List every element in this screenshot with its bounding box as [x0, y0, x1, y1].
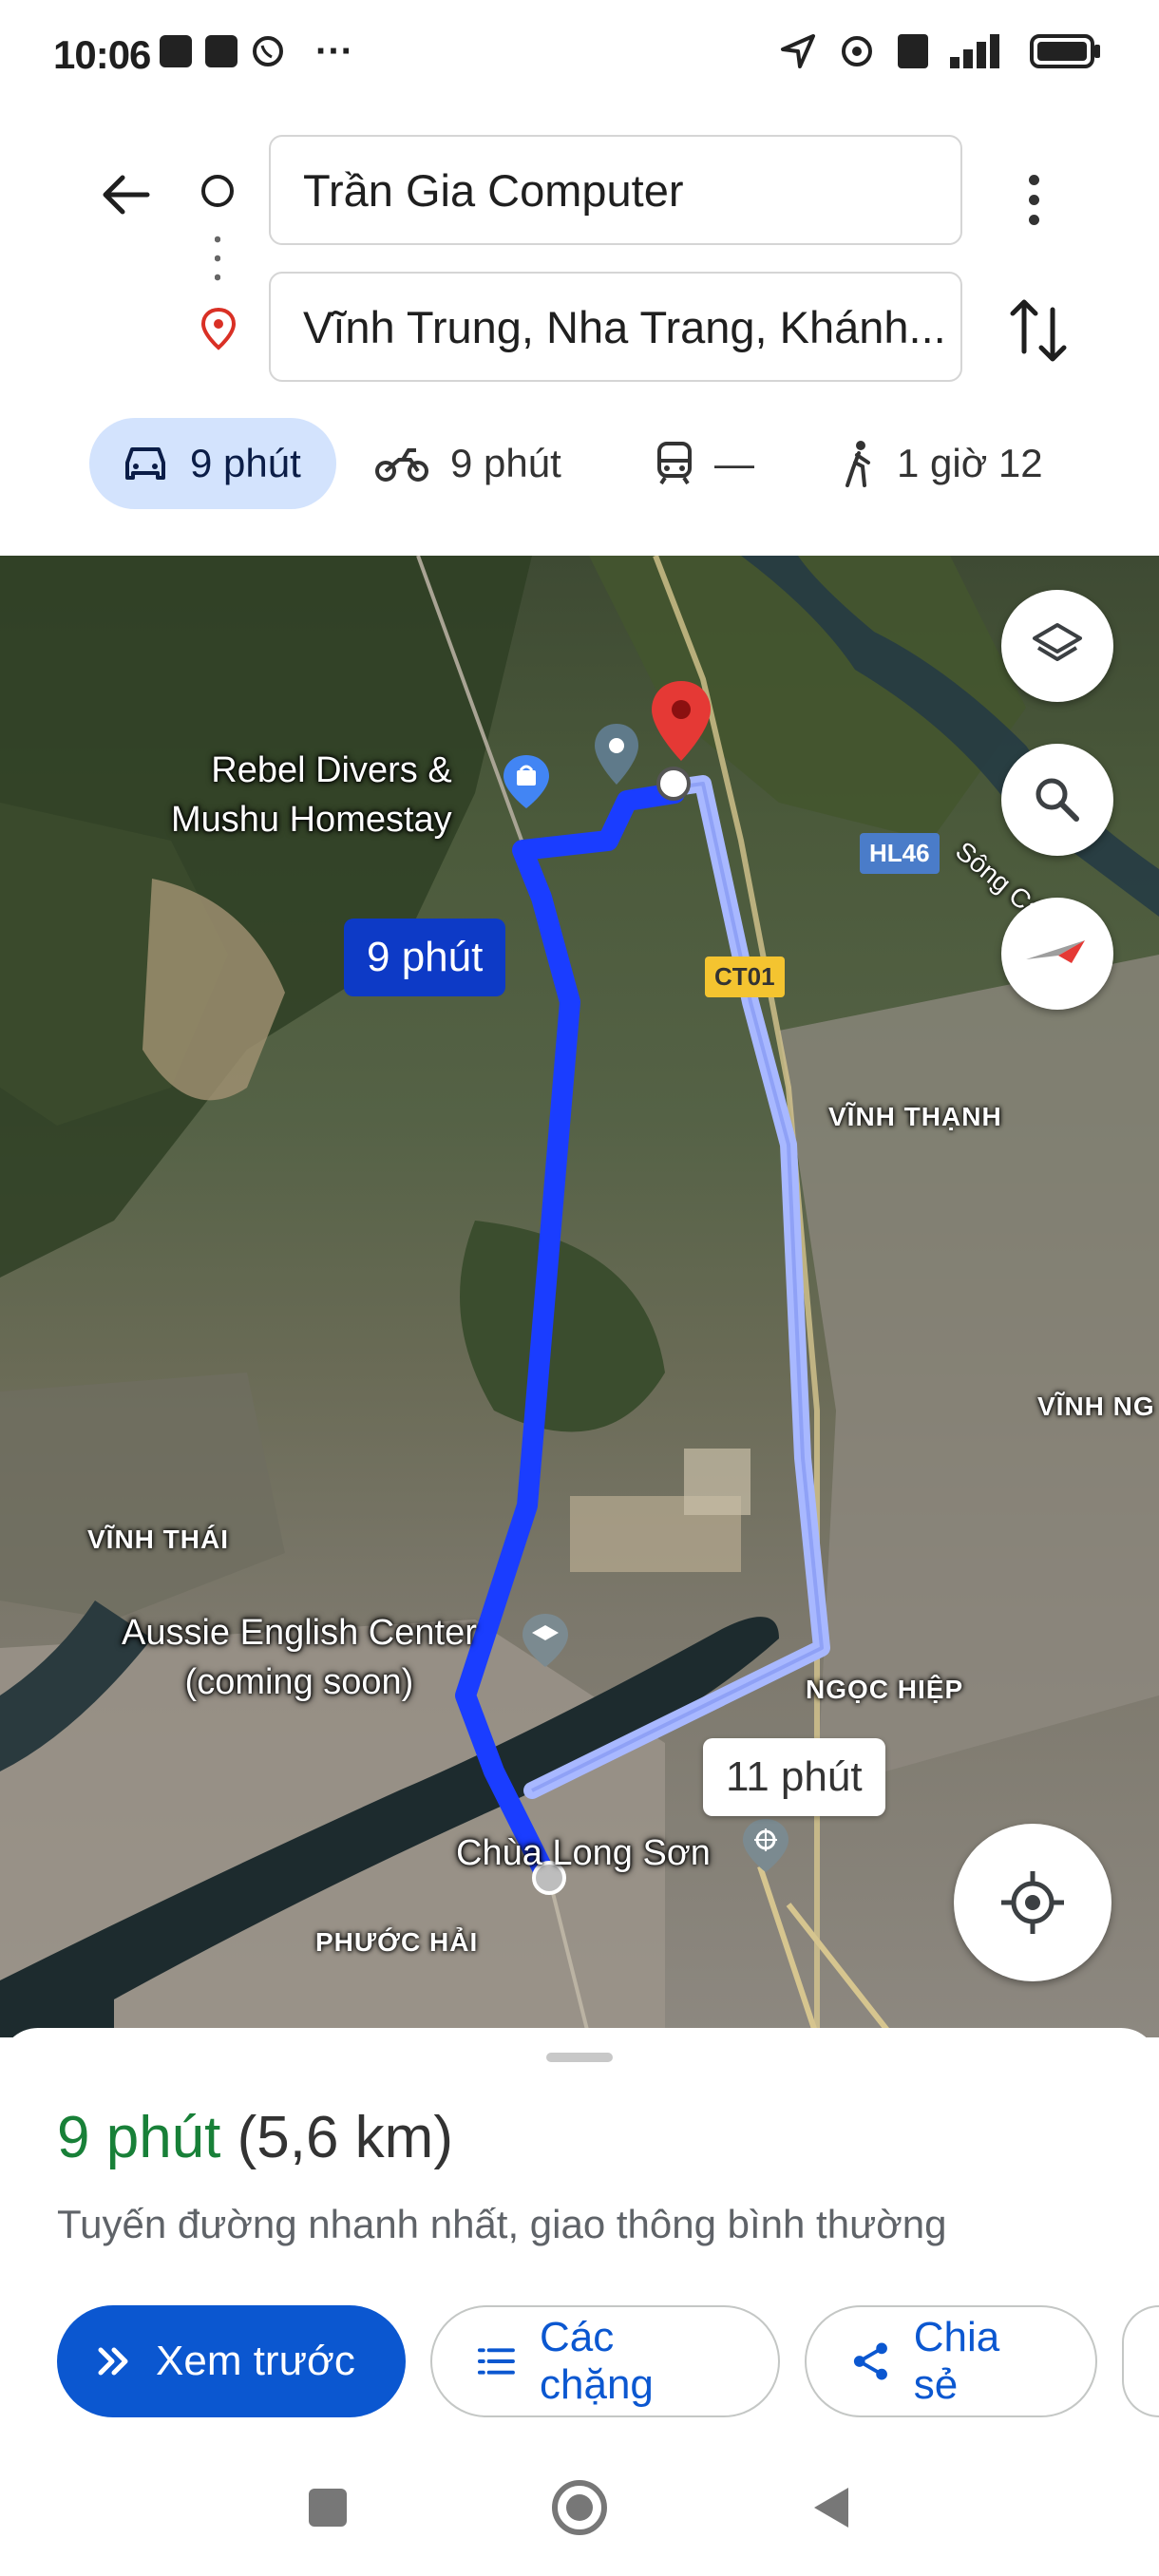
layers-button[interactable]	[1001, 590, 1113, 702]
mode-drive-label: 9 phút	[190, 441, 301, 485]
area-vinh-thai: VĨNH THÁI	[87, 1525, 229, 1554]
mode-motorbike[interactable]: 9 phút	[374, 418, 561, 509]
viber-icon	[253, 36, 283, 66]
home-button[interactable]	[542, 2470, 618, 2546]
double-chevron-icon	[98, 2347, 128, 2376]
poi-aussie-english-label: Aussie English Center (coming soon)	[122, 1613, 477, 1702]
walk-icon	[846, 441, 870, 487]
mode-walk-label: 1 giờ 12	[897, 441, 1043, 485]
sheet-drag-handle[interactable]	[546, 2053, 613, 2062]
map-view[interactable]: Rebel Divers & Mushu Homestay Aussie Eng…	[0, 556, 1159, 2037]
status-bar: 10:06 ···	[0, 0, 1159, 104]
notification-icons: ···	[160, 30, 353, 72]
mode-walk[interactable]: 1 giờ 12	[842, 418, 1043, 509]
share-icon	[853, 2342, 887, 2380]
poi-chua-long-son-label: Chùa Long Sơn	[456, 1833, 711, 1873]
compass-button[interactable]	[1001, 898, 1113, 1010]
area-ngoc-hiep: NGỌC HIỆP	[806, 1675, 964, 1704]
primary-route-time[interactable]: 9 phút	[344, 919, 506, 996]
share-button[interactable]: Chia sẻ	[804, 2305, 1097, 2417]
preview-button[interactable]: Xem trước	[57, 2305, 407, 2417]
shopping-bag-icon	[504, 755, 549, 808]
origin-input[interactable]: Trần Gia Computer	[269, 135, 962, 245]
alternate-route-time[interactable]: 11 phút	[703, 1738, 885, 1816]
status-time: 10:06	[53, 32, 151, 77]
train-icon	[657, 442, 692, 485]
location-arrow-icon	[781, 34, 815, 68]
temple-icon	[743, 1819, 788, 1872]
origin-circle-icon	[201, 175, 234, 207]
poi-aussie-english[interactable]: Aussie English Center (coming soon)	[122, 1608, 477, 1707]
poi-rebel-divers-label: Rebel Divers & Mushu Homestay	[171, 750, 452, 840]
list-icon	[478, 2348, 516, 2375]
route-summary: 9 phút (5,6 km)	[57, 2104, 453, 2171]
mode-transit-label: —	[714, 441, 754, 485]
volte-icon	[898, 34, 928, 68]
system-icons	[779, 32, 1102, 70]
preview-label: Xem trước	[156, 2338, 355, 2384]
system-nav-bar	[0, 2432, 1159, 2576]
poi-rebel-divers[interactable]: Rebel Divers & Mushu Homestay	[171, 746, 452, 844]
area-vinh-thanh: VĨNH THẠNH	[828, 1102, 1002, 1131]
swap-button[interactable]	[1005, 293, 1072, 369]
road-badge-ct01: CT01	[705, 957, 785, 997]
search-icon	[1036, 778, 1079, 822]
recents-icon	[309, 2489, 347, 2527]
directions-header: Trần Gia Computer Vĩnh Trung, Nha Trang,…	[0, 104, 1159, 556]
more-notifications: ···	[315, 30, 353, 72]
back-button[interactable]	[93, 161, 160, 228]
notification-icon	[160, 35, 192, 67]
area-phuoc-hai: PHƯỚC HẢI	[315, 1927, 479, 1957]
signal-icon	[950, 34, 999, 68]
destination-marker-icon	[652, 681, 711, 801]
mode-transit[interactable]: —	[656, 418, 754, 509]
steps-label: Các chặng	[540, 2314, 654, 2408]
school-icon	[522, 1614, 568, 1667]
action-buttons: Xem trước Các chặng Chia sẻ	[57, 2305, 1159, 2417]
steps-button[interactable]: Các chặng	[430, 2305, 780, 2417]
back-triangle-icon	[814, 2488, 848, 2528]
more-options-button[interactable]	[1007, 161, 1060, 237]
swap-icon	[1010, 299, 1067, 362]
route-distance: (5,6 km)	[237, 2105, 453, 2170]
battery-icon	[1030, 34, 1100, 68]
notification-icon	[205, 35, 238, 67]
my-location-button[interactable]	[954, 1824, 1112, 1981]
hotspot-icon	[842, 36, 872, 66]
road-badge-hl46: HL46	[860, 833, 940, 874]
mode-drive[interactable]: 9 phút	[89, 418, 336, 509]
home-icon	[552, 2480, 607, 2535]
route-description: Tuyến đường nhanh nhất, giao thông bình …	[57, 2202, 947, 2246]
destination-input[interactable]: Vĩnh Trung, Nha Trang, Khánh...	[269, 272, 962, 382]
route-dots-icon	[215, 230, 220, 287]
share-label: Chia sẻ	[913, 2314, 1000, 2408]
more-actions-button[interactable]	[1121, 2305, 1159, 2417]
destination-pin-icon	[198, 306, 239, 356]
recents-button[interactable]	[290, 2470, 366, 2546]
back-arrow-icon	[103, 175, 150, 215]
layers-icon	[1033, 623, 1082, 661]
area-vinh-ng: VĨNH NG	[1037, 1392, 1155, 1421]
poi-chua-long-son[interactable]: Chùa Long Sơn	[456, 1828, 711, 1878]
car-icon	[125, 447, 165, 480]
mode-motorbike-label: 9 phút	[450, 441, 561, 485]
map-search-button[interactable]	[1001, 744, 1113, 856]
compass-icon	[1026, 940, 1085, 963]
place-pin-icon	[595, 724, 638, 785]
motorbike-icon	[375, 448, 428, 482]
my-location-icon	[1001, 1871, 1064, 1934]
back-nav-button[interactable]	[793, 2470, 869, 2546]
route-duration: 9 phút	[57, 2105, 221, 2170]
travel-mode-tabs: 9 phút 9 phút — 1 giờ 12	[0, 418, 1159, 522]
